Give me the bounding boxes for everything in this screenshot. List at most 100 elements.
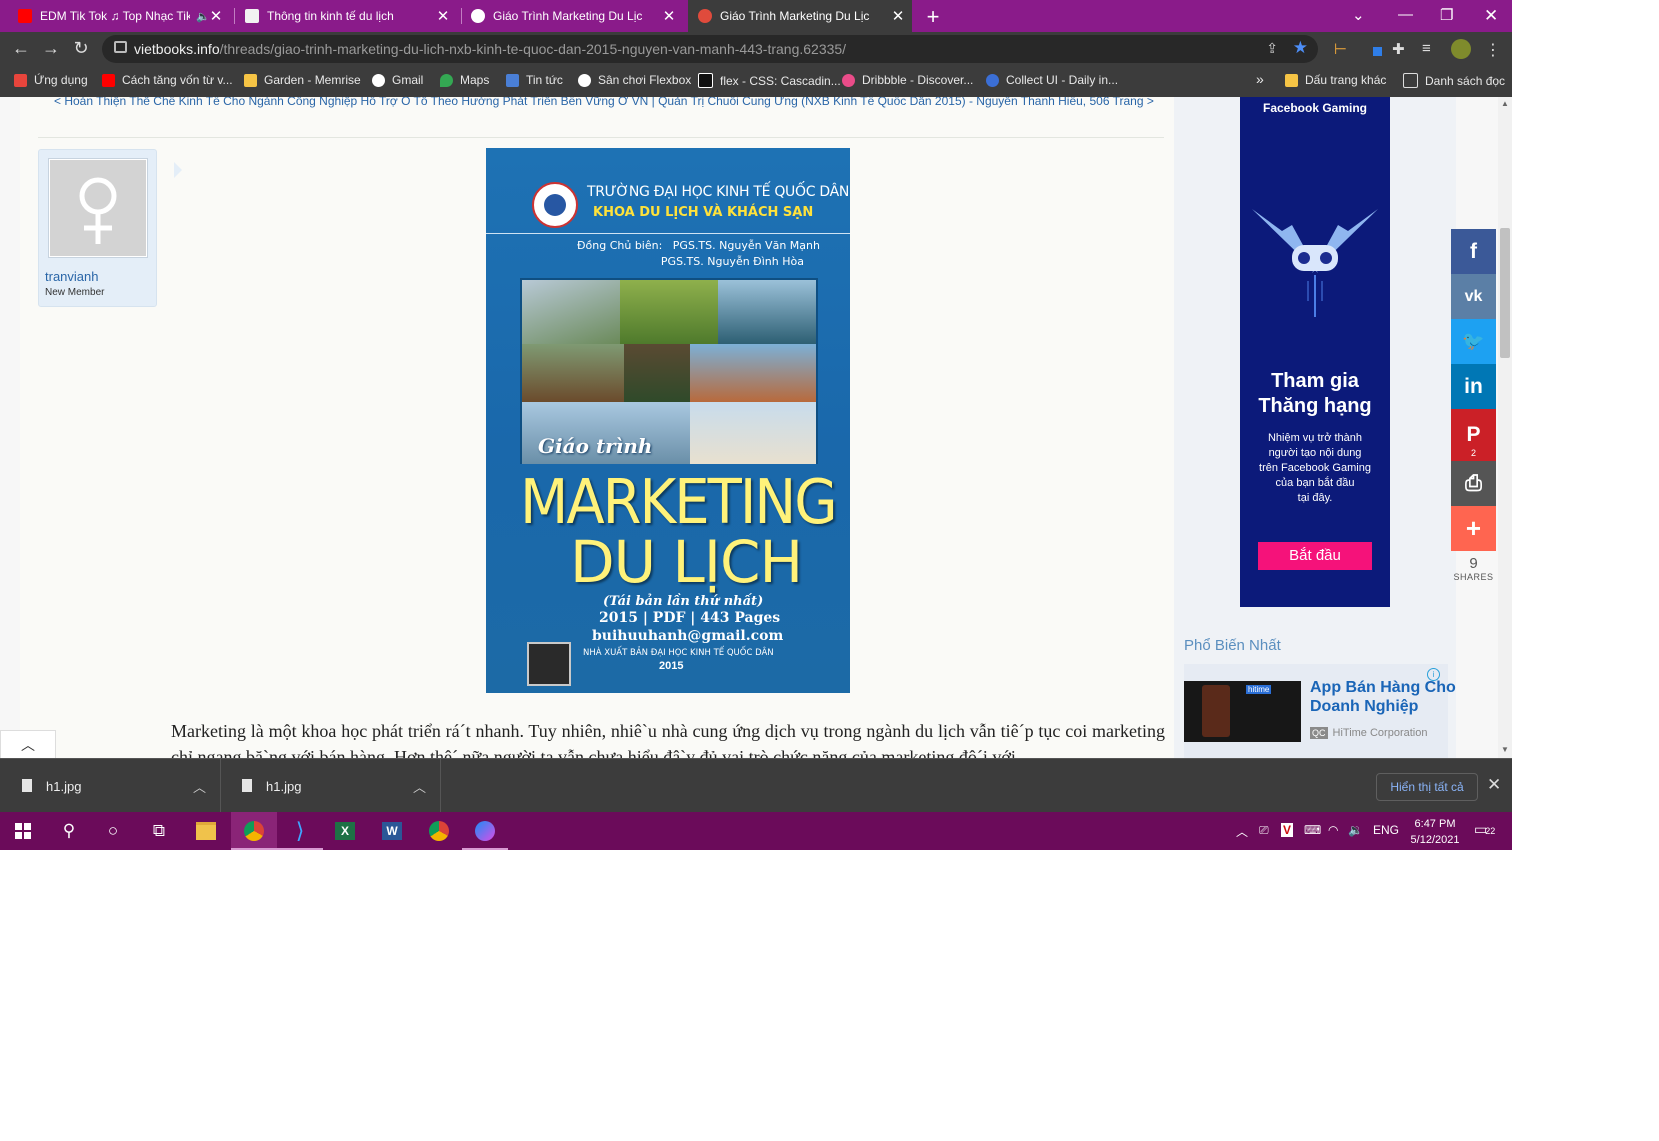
bookmark-star-icon[interactable]: ★: [1293, 38, 1308, 58]
collapse-button[interactable]: ︿: [0, 730, 56, 758]
facebook-share-button[interactable]: f: [1451, 229, 1496, 274]
close-icon[interactable]: ✕: [435, 7, 451, 25]
search-icon[interactable]: ⚲: [46, 812, 92, 850]
hitime-ad[interactable]: i hitime App Bán Hàng Cho Doanh Nghiệp Q…: [1184, 664, 1456, 758]
youtube-icon: [18, 9, 32, 23]
avatar[interactable]: [49, 159, 147, 257]
reload-button[interactable]: ↻: [70, 38, 92, 59]
other-bookmarks[interactable]: Dấu trang khác: [1285, 73, 1386, 87]
ad-thumbnail[interactable]: hitime: [1184, 681, 1301, 742]
scroll-down-icon[interactable]: ▼: [1501, 745, 1509, 754]
tab-title: Thông tin kinh tế du lịch: [267, 9, 394, 23]
tab-title: Giáo Trình Marketing Du Lịch - N: [493, 9, 643, 23]
dribbble-icon: [842, 73, 855, 87]
tab-giao-trinh-1[interactable]: Giáo Trình Marketing Du Lịch - N ✕: [471, 0, 681, 32]
bookmark-news[interactable]: Tin tức: [506, 73, 563, 87]
share-icon[interactable]: ⇪: [1266, 40, 1278, 57]
language-indicator[interactable]: ENG: [1373, 823, 1399, 837]
input-method-icon[interactable]: ⌨: [1304, 823, 1321, 837]
vk-share-button[interactable]: vk: [1451, 274, 1496, 319]
download-item[interactable]: h1.jpg ︿: [220, 759, 441, 813]
cortana-icon[interactable]: ○: [90, 812, 136, 850]
address-bar[interactable]: vietbooks.info/threads/giao-trinh-market…: [102, 35, 1318, 63]
notification-center-icon[interactable]: ▭22: [1474, 821, 1495, 838]
browser-toolbar: ← → ↻ vietbooks.info/threads/giao-trinh-…: [0, 32, 1512, 66]
extensions-puzzle-icon[interactable]: ✚: [1392, 40, 1408, 58]
chevron-up-icon[interactable]: ︿: [193, 777, 206, 796]
meet-icon[interactable]: ⎚: [1259, 823, 1269, 838]
tab-edm-tiktok[interactable]: EDM Tik Tok ♫ Top Nhạc Tik 🔈 ✕: [18, 0, 228, 32]
unikey-icon[interactable]: V: [1281, 823, 1294, 837]
show-all-downloads-button[interactable]: Hiển thị tất cả: [1376, 773, 1478, 801]
bookmark-flexbox[interactable]: Sân chơi Flexbox: [578, 73, 691, 87]
extension-icon[interactable]: ⊢: [1334, 40, 1350, 58]
bookmark-gmail[interactable]: Gmail: [372, 73, 423, 87]
bookmark-maps[interactable]: Maps: [440, 73, 489, 87]
close-icon[interactable]: ✕: [890, 7, 906, 25]
bookmarks-overflow-button[interactable]: »: [1256, 71, 1264, 87]
close-window-button[interactable]: ✕: [1484, 6, 1498, 26]
tab-search-icon[interactable]: ⌄: [1352, 6, 1365, 24]
bookmark-memrise[interactable]: Garden - Memrise: [244, 73, 361, 87]
bookmark-mdn[interactable]: flex - CSS: Cascadin...: [698, 73, 841, 88]
google-icon: [372, 73, 385, 87]
word-icon[interactable]: W: [369, 812, 415, 850]
twitter-share-button[interactable]: 🐦: [1451, 319, 1496, 364]
chrome-icon[interactable]: [231, 812, 277, 850]
print-share-button[interactable]: ⎙: [1451, 461, 1496, 506]
bookmark-dribbble[interactable]: Dribbble - Discover...: [842, 73, 973, 87]
profile-avatar[interactable]: [1451, 39, 1471, 59]
chrome-profile-icon[interactable]: [416, 812, 462, 850]
scroll-up-icon[interactable]: ▲: [1501, 99, 1509, 108]
thread-navigation-links[interactable]: < Hoàn Thiện Thể Chế Kinh Tế Cho Ngành C…: [54, 97, 1154, 108]
ad-thumb-brand: hitime: [1246, 685, 1272, 694]
page-scrollbar[interactable]: ▲ ▼: [1498, 97, 1512, 758]
wifi-icon[interactable]: ◠: [1328, 823, 1338, 837]
task-view-icon[interactable]: ⧉: [136, 812, 182, 850]
vk-icon: vk: [1464, 287, 1483, 305]
download-filename: h1.jpg: [46, 779, 82, 794]
bookmark-collectui[interactable]: Collect UI - Daily in...: [986, 73, 1118, 87]
forward-button[interactable]: →: [40, 38, 62, 59]
cover-series: Giáo trình: [538, 434, 653, 458]
tab-title: EDM Tik Tok ♫ Top Nhạc Tik: [40, 9, 190, 23]
menu-icon[interactable]: ⋮: [1485, 40, 1501, 59]
vscode-icon[interactable]: ⟩: [277, 812, 323, 850]
reading-list[interactable]: Danh sách đọc: [1403, 73, 1505, 88]
tab-thong-tin[interactable]: Thông tin kinh tế du lịch ✕: [245, 0, 455, 32]
maximize-button[interactable]: ❐: [1440, 6, 1453, 24]
facebook-gaming-ad[interactable]: Facebook Gaming Tham gia Thăng hạng Nhiệ…: [1240, 97, 1390, 607]
reading-queue-icon[interactable]: ≡: [1422, 40, 1438, 57]
ad-title[interactable]: App Bán Hàng Cho Doanh Nghiệp: [1310, 678, 1456, 716]
chevron-up-icon[interactable]: ︿: [413, 777, 426, 796]
user-card: tranvianh New Member: [38, 149, 182, 307]
linkedin-share-button[interactable]: in: [1451, 364, 1496, 409]
tab-giao-trinh-active[interactable]: Giáo Trình Marketing Du Lịch (N ✕: [688, 0, 912, 32]
ad-body: Nhiệm vụ trở thành người tạo nội dung tr…: [1259, 432, 1371, 504]
windows-start-icon[interactable]: [0, 812, 46, 850]
username-link[interactable]: tranvianh: [45, 269, 98, 284]
ad-start-button[interactable]: Bắt đầu: [1258, 542, 1372, 570]
download-item[interactable]: h1.jpg ︿: [0, 759, 221, 813]
excel-icon[interactable]: X: [322, 812, 368, 850]
extension-icon[interactable]: [1366, 40, 1382, 56]
file-explorer-icon[interactable]: [183, 812, 229, 850]
tray-expand-icon[interactable]: ︿: [1236, 823, 1248, 840]
close-icon[interactable]: ✕: [661, 7, 677, 25]
ad-advertiser: QC HiTime Corporation: [1310, 727, 1428, 739]
bookmarks-bar: Ứng dụng Cách tăng vốn từ v... Garden - …: [0, 66, 1512, 98]
back-button[interactable]: ←: [10, 38, 32, 59]
pinterest-share-button[interactable]: P2: [1451, 409, 1496, 461]
bookmark-youtube[interactable]: Cách tăng vốn từ v...: [102, 73, 233, 87]
system-clock[interactable]: 6:47 PM 5/12/2021: [1404, 816, 1466, 848]
new-tab-button[interactable]: +: [922, 4, 944, 30]
volume-icon[interactable]: 🔉: [1348, 823, 1363, 837]
minimize-button[interactable]: —: [1398, 6, 1413, 23]
close-icon[interactable]: ✕: [1487, 775, 1501, 795]
close-icon[interactable]: ✕: [208, 7, 224, 25]
bookmark-apps[interactable]: Ứng dụng: [14, 73, 88, 87]
more-share-button[interactable]: +: [1451, 506, 1496, 551]
messenger-icon[interactable]: [462, 812, 508, 850]
share-counter: 9 SHARES: [1453, 555, 1494, 582]
scrollbar-thumb[interactable]: [1500, 228, 1510, 358]
